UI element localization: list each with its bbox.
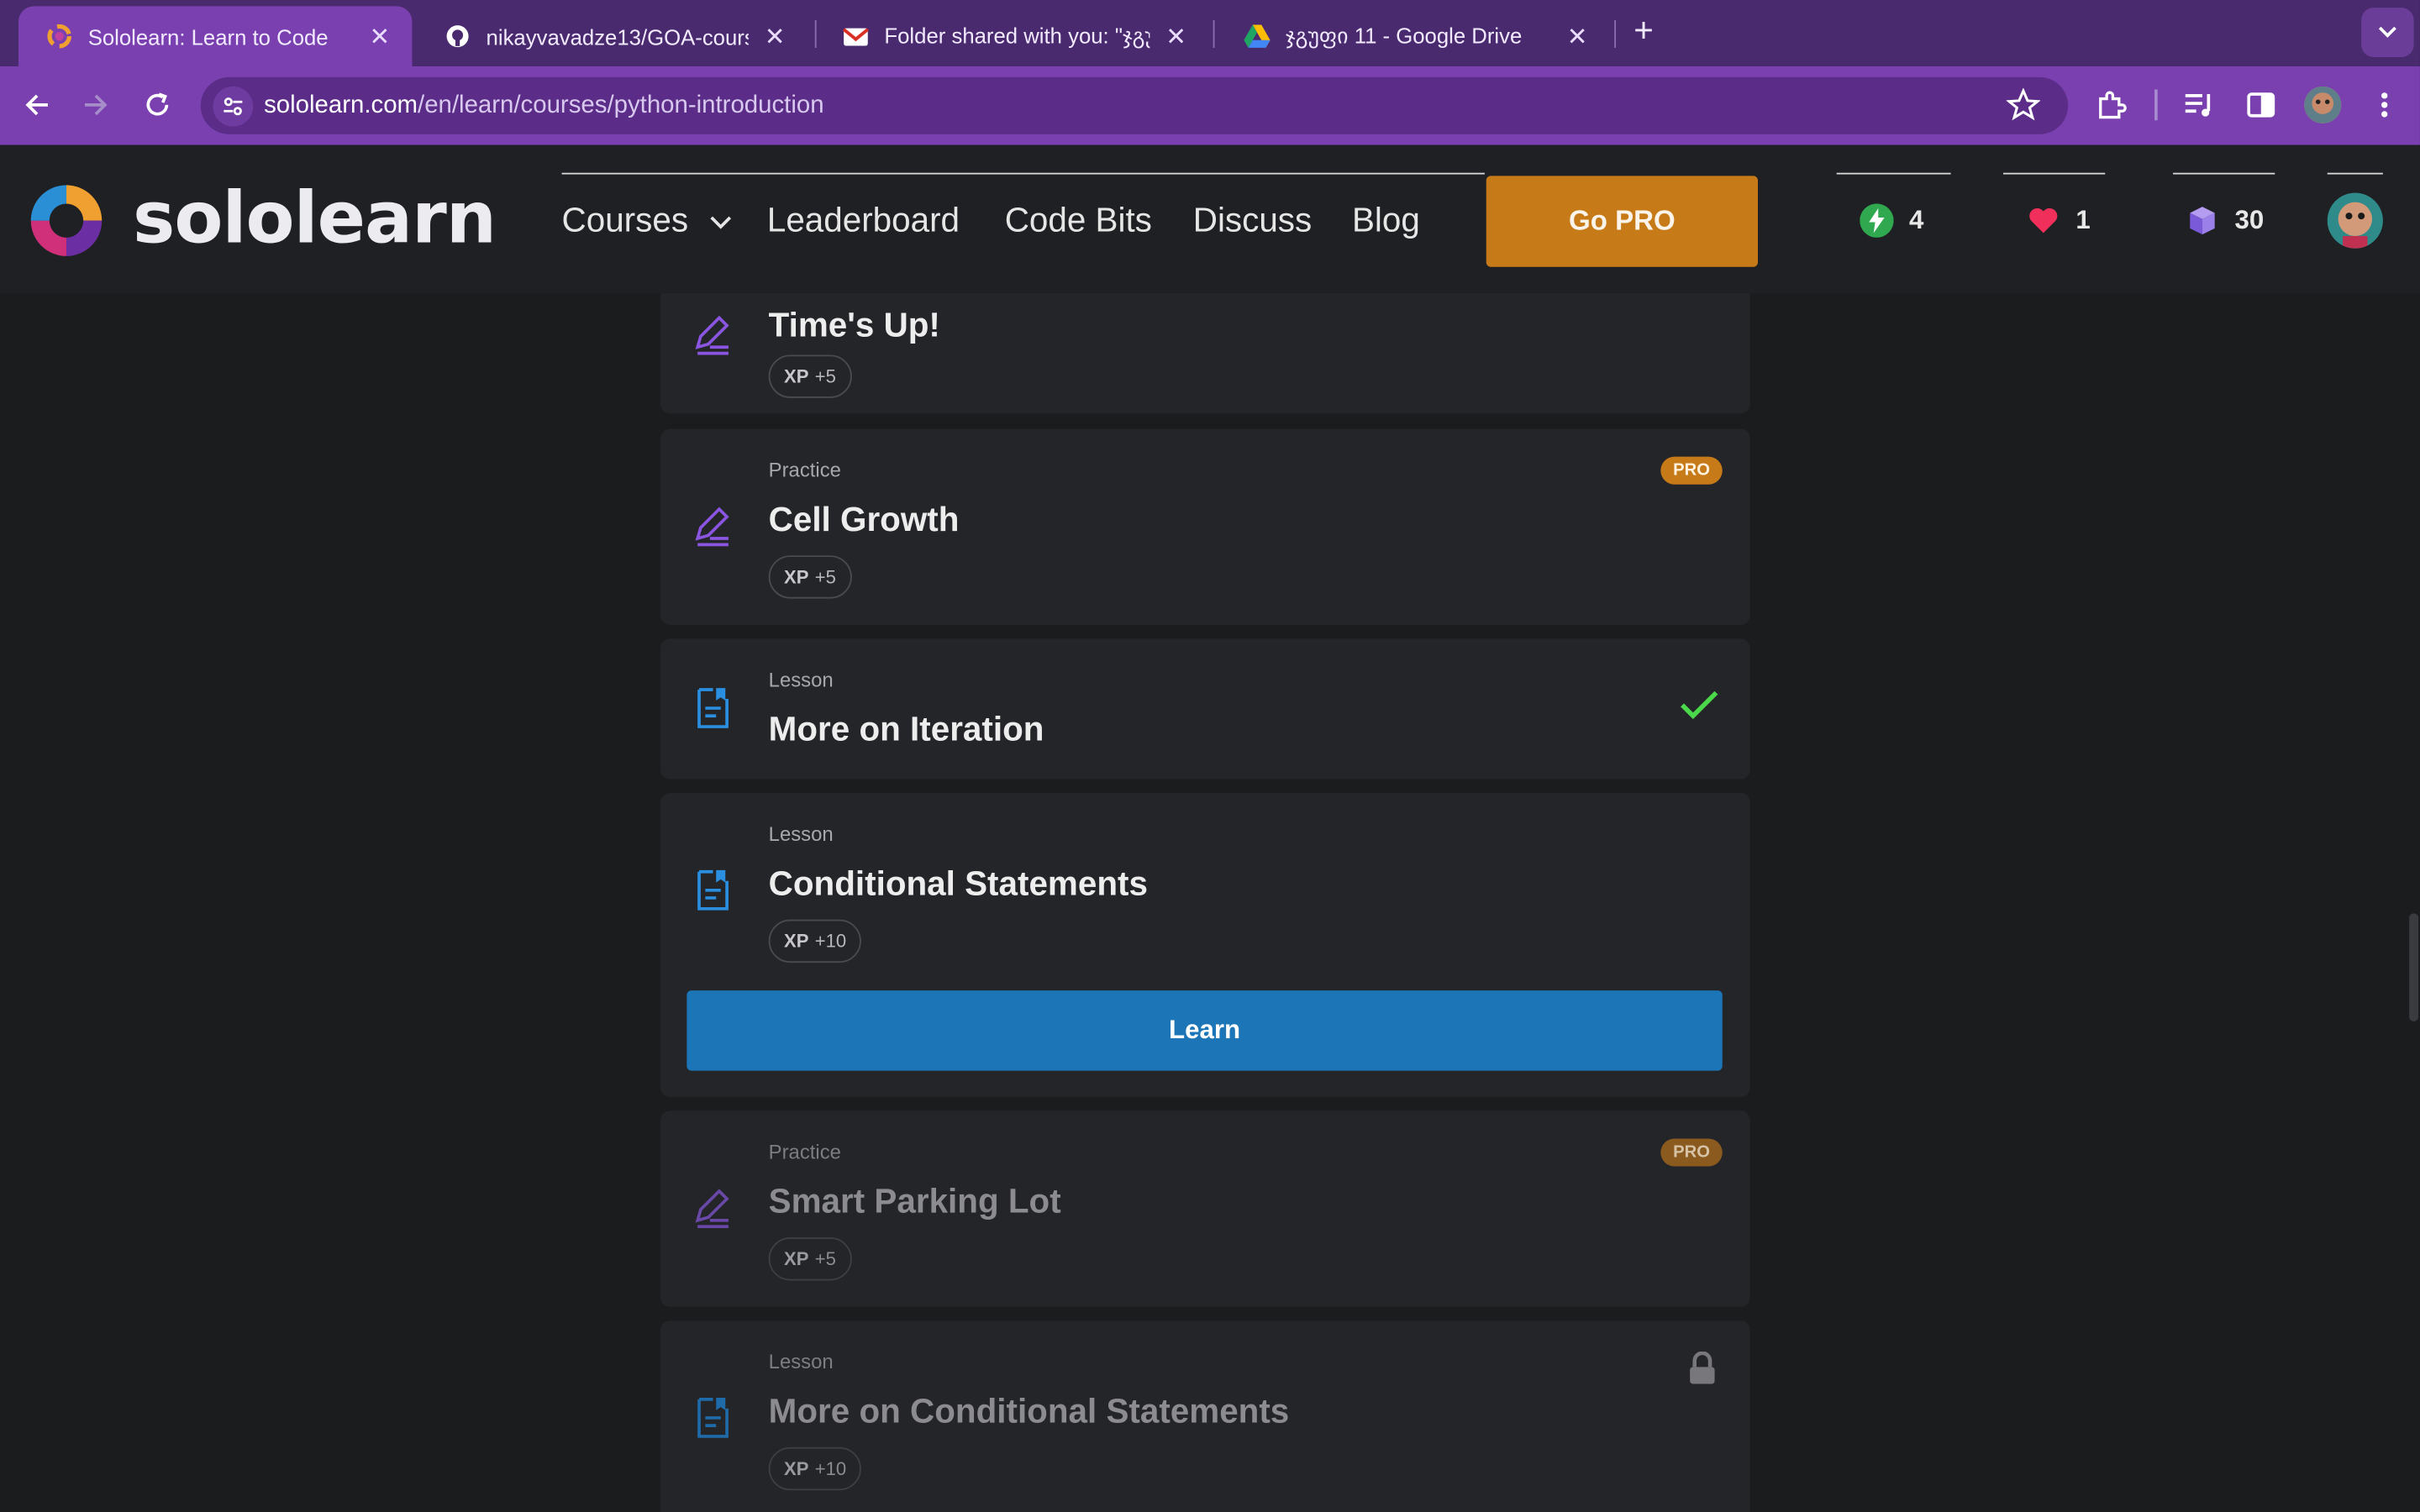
- chevron-down-icon: [2378, 26, 2396, 38]
- pro-badge: PRO: [1660, 1138, 1723, 1167]
- site-header: sololearn Courses Leaderboard Code Bits …: [0, 144, 2420, 293]
- close-icon[interactable]: ✕: [366, 21, 393, 52]
- browser-tab-strip: Sololearn: Learn to Code ✕ nikayvavadze1…: [0, 0, 2420, 66]
- google-drive-icon: [1244, 24, 1270, 50]
- close-icon[interactable]: ✕: [1564, 21, 1591, 52]
- lesson-title: More on Iteration: [768, 709, 1044, 748]
- tab-divider: [1213, 19, 1215, 48]
- lesson-document-icon: [697, 1398, 729, 1438]
- checkmark-icon: [1681, 690, 1718, 720]
- toolbar-divider: [2154, 89, 2158, 121]
- lesson-title: Time's Up!: [768, 305, 940, 344]
- xp-badge: XP +5: [768, 354, 852, 398]
- back-button[interactable]: [17, 85, 57, 125]
- xp-badge: XP +10: [768, 919, 862, 963]
- nav-discuss[interactable]: Discuss: [1193, 201, 1312, 241]
- forward-button[interactable]: [76, 85, 116, 125]
- nav-leaderboard[interactable]: Leaderboard: [767, 201, 960, 241]
- sololearn-logo-icon[interactable]: [24, 179, 108, 262]
- tab-search-button[interactable]: [2361, 8, 2414, 57]
- bits-counter[interactable]: 30: [2186, 203, 2265, 237]
- hearts-counter[interactable]: 1: [2027, 203, 2091, 237]
- lesson-kind: Lesson: [768, 668, 834, 691]
- tab-title: Folder shared with you: "ჯგუ: [884, 23, 1150, 48]
- chevron-down-icon: [710, 216, 732, 229]
- tab-title: nikayvavadze13/GOA-course: [486, 24, 749, 49]
- xp-badge: XP +5: [768, 1237, 852, 1281]
- header-divider: [2173, 172, 2275, 175]
- lesson-title: Cell Growth: [768, 500, 960, 539]
- profile-avatar[interactable]: [2304, 86, 2342, 123]
- lesson-card[interactable]: Lesson More on Iteration: [660, 638, 1750, 780]
- xp-badge: XP +5: [768, 555, 852, 599]
- lock-icon: [1690, 1351, 1715, 1384]
- browser-tab-drive[interactable]: ჯგუფი 11 - Google Drive ✕: [1216, 6, 1609, 66]
- streak-value: 4: [1908, 205, 1924, 235]
- lesson-title: More on Conditional Statements: [768, 1391, 1290, 1431]
- github-icon: [445, 24, 471, 50]
- lesson-kind: Lesson: [768, 1350, 834, 1373]
- arrow-right-icon: [85, 94, 108, 116]
- lesson-kind: Practice: [768, 458, 841, 482]
- heart-icon: [2027, 203, 2060, 237]
- browser-menu-icon[interactable]: [2365, 85, 2405, 125]
- logo-wordmark[interactable]: sololearn: [133, 176, 497, 259]
- browser-tab-github[interactable]: nikayvavadze13/GOA-course ✕: [417, 6, 808, 66]
- bookmark-star-icon[interactable]: [2006, 87, 2041, 122]
- nav-blog[interactable]: Blog: [1352, 201, 1420, 241]
- browser-tab-gmail[interactable]: Folder shared with you: "ჯგუ ✕: [815, 6, 1208, 66]
- address-bar[interactable]: sololearn.com/en/learn/courses/python-in…: [200, 76, 2069, 134]
- practice-pencil-icon: [695, 315, 729, 355]
- lightning-icon: [1860, 203, 1894, 238]
- hearts-value: 1: [2075, 205, 2091, 235]
- sololearn-icon: [46, 24, 72, 50]
- reload-button[interactable]: [137, 85, 177, 125]
- side-panel-icon[interactable]: [2241, 85, 2281, 125]
- lesson-document-icon: [697, 869, 729, 911]
- browser-toolbar: sololearn.com/en/learn/courses/python-in…: [0, 66, 2420, 145]
- media-control-icon[interactable]: [2179, 85, 2219, 125]
- course-lesson-list: Time's Up! XP +5 Practice Cell Growth XP +…: [0, 292, 2420, 1512]
- lesson-card-active[interactable]: Lesson Conditional Statements XP +10 Lear…: [660, 793, 1750, 1097]
- xp-badge: XP +10: [768, 1446, 862, 1491]
- pro-badge: PRO: [1660, 456, 1723, 485]
- practice-pencil-icon: [695, 1189, 729, 1229]
- tab-divider: [1614, 19, 1617, 48]
- lesson-card[interactable]: Practice Smart Parking Lot XP +5 PRO: [660, 1110, 1750, 1307]
- close-icon[interactable]: ✕: [760, 21, 788, 52]
- browser-tab-sololearn[interactable]: Sololearn: Learn to Code ✕: [18, 6, 413, 66]
- tab-title: ჯგუფი 11 - Google Drive: [1285, 23, 1523, 48]
- header-divider: [1836, 172, 1951, 175]
- gmail-icon: [842, 24, 869, 50]
- practice-pencil-icon: [695, 507, 729, 547]
- lesson-card[interactable]: Practice Cell Growth XP +5 PRO: [660, 428, 1750, 625]
- go-pro-button[interactable]: Go PRO: [1486, 176, 1759, 267]
- extensions-puzzle-icon[interactable]: [2091, 85, 2132, 125]
- header-divider: [2003, 172, 2106, 175]
- user-avatar[interactable]: [2327, 192, 2383, 249]
- lesson-kind: Lesson: [768, 822, 834, 846]
- streak-counter[interactable]: 4: [1860, 203, 1924, 238]
- lesson-title: Conditional Statements: [768, 864, 1148, 903]
- new-tab-button[interactable]: +: [1627, 13, 1660, 51]
- lesson-document-icon: [697, 688, 729, 728]
- site-settings-icon[interactable]: [213, 86, 254, 127]
- tab-title: Sololearn: Learn to Code: [87, 24, 329, 49]
- page-scrollbar[interactable]: [2409, 913, 2419, 1021]
- nav-code-bits[interactable]: Code Bits: [1005, 201, 1152, 241]
- arrow-left-icon: [25, 94, 48, 116]
- url-text: sololearn.com/en/learn/courses/python-in…: [264, 92, 824, 119]
- learn-button[interactable]: Learn: [687, 990, 1723, 1071]
- reload-icon: [146, 92, 169, 116]
- close-icon[interactable]: ✕: [1162, 21, 1190, 52]
- cube-icon: [2186, 203, 2219, 237]
- header-divider: [561, 172, 1485, 175]
- lesson-card[interactable]: Lesson More on Conditional Statements XP…: [660, 1320, 1750, 1512]
- header-divider: [2327, 172, 2383, 175]
- lesson-title: Smart Parking Lot: [768, 1181, 1061, 1221]
- lesson-card[interactable]: Time's Up! XP +5: [660, 292, 1750, 414]
- nav-courses[interactable]: Courses: [562, 201, 732, 241]
- bits-value: 30: [2234, 205, 2265, 235]
- lesson-kind: Practice: [768, 1140, 841, 1163]
